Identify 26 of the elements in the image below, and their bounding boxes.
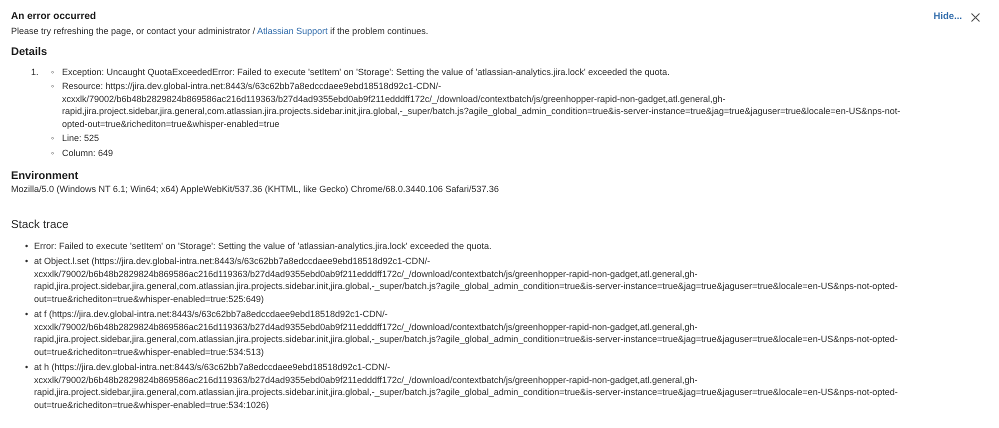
stack-trace-entry: Error: Failed to execute 'setItem' on 'Storage': Setting the value of 'atlassian-analytics.jira.lock' exceeded the quota.: [34, 240, 492, 252]
item-number: 1.: [30, 66, 40, 78]
user-agent-text: Mozilla/5.0 (Windows NT 6.1; Win64; x64) AppleWebKit/537.36 (KHTML, like Gecko) Chrome/68.0.3440.106 Safari/537.36: [11, 182, 500, 195]
hide-link[interactable]: Hide...: [933, 11, 962, 24]
list-bullet: ◦: [51, 146, 56, 159]
stack-trace-entry: at h (https://jira.dev.global-intra.net:8443/s/63c62bb7a8edccdaee9ebd18518d92c1-CDN/- xcxxlk/79002/b6b48b2829824b869586ac216d119363/b27d4ad9355ebd0ab9f211edddff172c/_/download/contextbatch/js/greenhopper-rapid-non-gadget,atl.general,gh- rapid,jira.project.sidebar,jira.general,com.atlassian.jira.projects.sidebar.init,jira.global,-_super/batch.js?agile_global_admin_condition=true&is-server-instance=true&jag=true&jaguser=true&locale=en-US&nps-not-opted- out=true&richediton=true&whisper-enabled=true:534:1026): [34, 361, 898, 411]
stack-trace-entry: at Object.l.set (https://jira.dev.global-intra.net:8443/s/63c62bb7a8edccdaee9ebd18518d92c1-CDN/- xcxxlk/79002/b6b48b2829824b869586ac216d119363/b27d4ad9355ebd0ab9f211edddff172c/_/download/contextbatch/js/greenhopper-rapid-non-gadget,atl.general,gh- rapid,jira.project.sidebar,jira.general,com.atlassian.jira.projects.sidebar.init,jira.global,-_super/batch.js?agile_global_admin_condition=true&is-server-instance=true&jag=true&jaguser=true&locale=en-US&nps-not-opted- out=true&richediton=true&whisper-enabled=true:525:649): [34, 255, 898, 305]
list-bullet: ◦: [51, 66, 56, 78]
list-bullet: ◦: [51, 132, 56, 144]
list-bullet: ◦: [51, 80, 56, 92]
section-heading: Stack trace: [11, 219, 70, 232]
list-bullet: •: [25, 255, 30, 268]
detail-entry: Line: 525: [62, 132, 100, 144]
detail-entry: Exception: Uncaught QuotaExceededError: Failed to execute 'setItem' on 'Storage': Setting the value of 'atlassian-analytics.jira.lock' exceeded the quota.: [62, 66, 670, 78]
list-bullet: •: [25, 240, 30, 252]
stack-trace-entry: at f (https://jira.dev.global-intra.net:8443/s/63c62bb7a8edccdaee9ebd18518d92c1-CDN/- xcxxlk/79002/b6b48b2829824b869586ac216d119363/b27d4ad9355ebd0ab9f211edddff172c/_/download/contextbatch/js/greenhopper-rapid-non-gadget,atl.general,gh- rapid,jira.project.sidebar,jira.general,com.atlassian.jira.projects.sidebar.init,jira.global,-_super/batch.js?agile_global_admin_condition=true&is-server-instance=true&jag=true&jaguser=true&locale=en-US&nps-not-opted- out=true&richediton=true&whisper-enabled=true:534:513): [34, 308, 898, 358]
list-bullet: •: [25, 361, 30, 374]
close-icon[interactable]: [971, 12, 980, 22]
detail-entry: Resource: https://jira.dev.global-intra.net:8443/s/63c62bb7a8edccdaee9ebd18518d92c1-CDN/- xcxxlk/79002/b6b48b2829824b869586ac216d119363/b27d4ad9355ebd0ab9f211edddff172c/_/download/contextbatch/js/greenhopper-rapid-non-gadget,atl.general,gh- rapid,jira.project.sidebar,jira.general,com.atlassian.jira.projects.sidebar.init,jira.global,-_super/batch.js?agile_global_admin_condition=true&is-server-instance=true&jag=true&jaguser=true&locale=en-US&nps-not- opted-out=true&richediton=true&whisper-enabled=true: [62, 80, 900, 130]
section-heading: Details: [11, 46, 48, 58]
support-link[interactable]: Atlassian Support: [257, 26, 328, 36]
error-title: An error occurred: [11, 11, 98, 24]
section-heading: Environment: [11, 170, 80, 182]
detail-entry: Column: 649: [62, 146, 114, 159]
error-message: Please try refreshing the page, or contact your administrator / Atlassian Support if the problem continues.: [11, 24, 428, 37]
list-bullet: •: [25, 308, 30, 320]
